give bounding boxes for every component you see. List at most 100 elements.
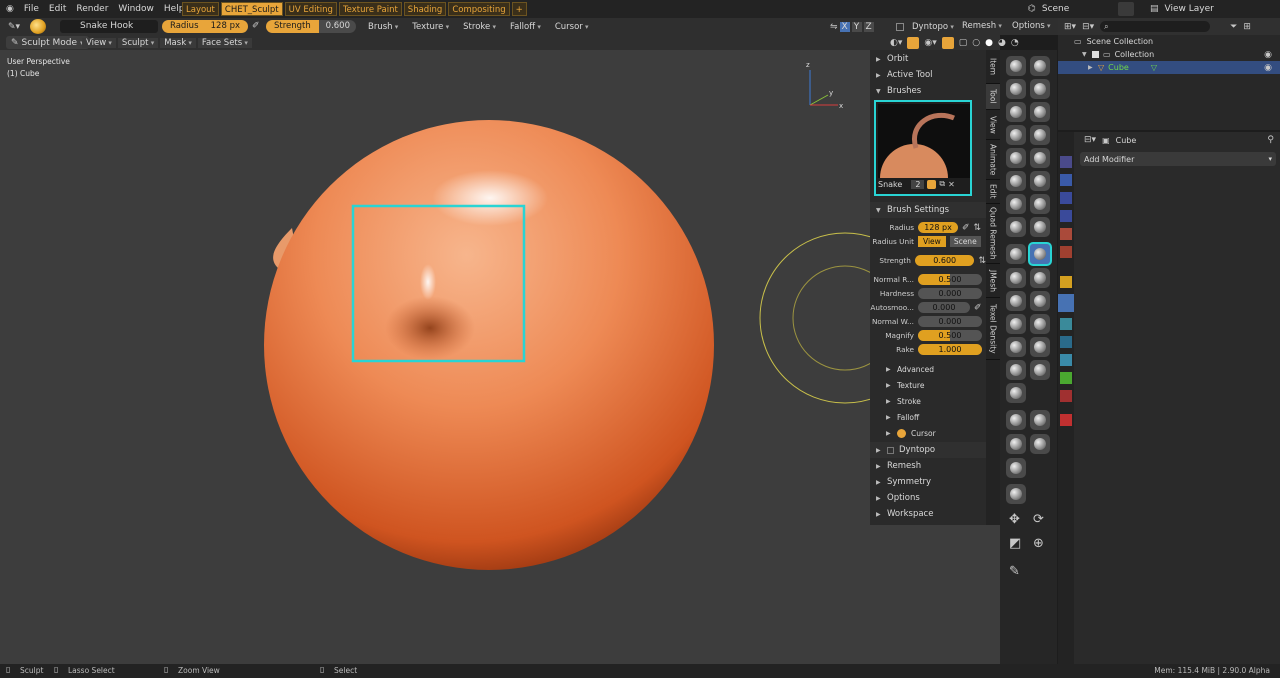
magnify-slider[interactable]: 0.500 — [918, 330, 982, 341]
radius-unit-scene[interactable]: Scene — [949, 236, 981, 247]
tool-props-icon[interactable] — [1060, 156, 1072, 168]
material-props-icon[interactable] — [1060, 390, 1072, 402]
brush-icon[interactable] — [30, 19, 46, 34]
remesh-menu[interactable]: Remesh — [958, 21, 1006, 31]
pose-brush-icon[interactable] — [1006, 268, 1026, 288]
simplify-brush-icon[interactable] — [1006, 337, 1026, 357]
mask-menu[interactable]: Mask — [160, 37, 196, 48]
display-brush-icon[interactable] — [1030, 360, 1050, 380]
mode-selector[interactable]: ✎ Sculpt Mode ▾ — [6, 36, 89, 49]
mesh-filter-icon[interactable] — [1006, 484, 1026, 504]
options-menu[interactable]: Options — [1008, 21, 1055, 31]
brush-preview[interactable]: Snake 2 ⧉ ✕ — [874, 100, 972, 196]
add-modifier-button[interactable]: Add Modifier ▾ — [1080, 152, 1276, 166]
3d-viewport[interactable]: User Perspective (1) Cube z y x — [0, 50, 1000, 664]
blob-brush-icon[interactable] — [1006, 125, 1026, 145]
stroke-subpanel[interactable]: ▶ Stroke — [880, 393, 986, 409]
dyntopo-section-checkbox[interactable] — [887, 446, 894, 454]
radius-field[interactable]: Radius 128 px — [162, 20, 248, 33]
eye-icon[interactable]: ◉ — [1264, 63, 1272, 73]
nav-gizmo[interactable]: z y x — [806, 61, 843, 110]
pen-icon[interactable]: ✐ — [962, 223, 970, 233]
particles-props-icon[interactable] — [1060, 318, 1072, 330]
view-layer-selector[interactable]: ▤ View Layer — [1150, 2, 1214, 16]
physics-props-icon[interactable] — [1060, 336, 1072, 348]
tab-shading[interactable]: Shading — [403, 2, 447, 16]
close-icon[interactable]: ✕ — [948, 180, 955, 189]
tab-jmesh[interactable]: JMesh — [986, 264, 1000, 298]
filter-icon[interactable]: ⏷ — [1230, 22, 1237, 32]
radius-pen-icon[interactable]: ✐ — [252, 21, 260, 31]
menu-file[interactable]: File — [24, 4, 39, 14]
expanded-arrow-icon[interactable]: ▼ — [1082, 51, 1088, 58]
tab-texel-density[interactable]: Texel Density — [986, 298, 1000, 360]
clay-strips-brush-icon[interactable] — [1030, 79, 1050, 99]
object-props-icon[interactable] — [1060, 276, 1072, 288]
brush-name-field[interactable]: Snake Hook — [60, 20, 158, 33]
editor-type-icon[interactable]: ⊞▾ — [1064, 22, 1076, 32]
rotate-brush-icon[interactable] — [1006, 291, 1026, 311]
clay-brush-icon[interactable] — [1006, 79, 1026, 99]
editor-type-icon[interactable]: ⊟▾ — [1084, 135, 1096, 145]
xray-icon[interactable]: ▢ — [959, 38, 968, 48]
slide-relax-brush-icon[interactable] — [1030, 291, 1050, 311]
orbit-section[interactable]: ▶ Orbit — [870, 51, 986, 67]
falloff-menu[interactable]: Falloff — [506, 22, 545, 32]
move-icon[interactable]: ✥ — [1009, 512, 1020, 527]
remesh-section[interactable]: ▶ Remesh — [870, 458, 986, 474]
tab-compositing[interactable]: Compositing — [448, 2, 510, 16]
texture-menu[interactable]: Texture — [408, 22, 453, 32]
line-project-icon[interactable] — [1006, 458, 1026, 478]
texture-subpanel[interactable]: ▶ Texture — [880, 377, 986, 393]
options-section[interactable]: ▶ Options — [870, 490, 986, 506]
dyntopo-section[interactable]: ▶ Dyntopo — [870, 442, 986, 458]
constraints-props-icon[interactable] — [1060, 354, 1072, 366]
overlay-toggle-icon[interactable] — [941, 36, 954, 49]
scene-props-icon[interactable] — [1060, 228, 1072, 240]
axis-y-toggle[interactable]: Y — [851, 21, 862, 32]
world-props-icon[interactable] — [1060, 246, 1072, 258]
draw-brush-icon[interactable] — [1006, 56, 1026, 76]
pressure-icon[interactable]: ⇅ — [978, 256, 986, 266]
pin-icon[interactable]: ⚲ — [1267, 135, 1274, 145]
cursor-subpanel[interactable]: ▶ Cursor — [880, 425, 986, 441]
tool-icon[interactable]: ✎▾ — [8, 22, 20, 32]
normal-radius-slider[interactable]: 0.500 — [918, 274, 982, 285]
smooth-brush-icon[interactable] — [1006, 148, 1026, 168]
menu-window[interactable]: Window — [118, 4, 154, 14]
workspace-section[interactable]: ▶ Workspace — [870, 506, 986, 522]
add-workspace-button[interactable]: + — [511, 2, 527, 16]
outliner-search-input[interactable]: ⌕ — [1100, 21, 1211, 32]
sculpt-menu[interactable]: Sculpt — [117, 37, 159, 48]
annotate-icon[interactable]: ✎ — [1009, 564, 1020, 579]
box-trim-icon[interactable] — [1030, 434, 1050, 454]
crease-brush-icon[interactable] — [1030, 125, 1050, 145]
outliner-collection[interactable]: ▼ ▭ Collection ◉ — [1058, 48, 1280, 61]
render-props-icon[interactable] — [1060, 174, 1072, 186]
scene-selector[interactable]: ⌬ Scene — [1028, 2, 1069, 16]
elastic-deform-brush-icon[interactable] — [1030, 217, 1050, 237]
stroke-menu[interactable]: Stroke — [459, 22, 500, 32]
tab-uv-editing[interactable]: UV Editing — [284, 2, 337, 16]
advanced-subpanel[interactable]: ▶ Advanced — [880, 361, 986, 377]
rotate-icon[interactable]: ⟳ — [1033, 512, 1044, 527]
transform-icon[interactable]: ⊕ — [1033, 536, 1044, 551]
tab-animate[interactable]: Animate — [986, 140, 1000, 180]
dyntopo-checkbox[interactable] — [896, 22, 904, 31]
nudge-brush-icon[interactable] — [1030, 268, 1050, 288]
flatten-brush-icon[interactable] — [1030, 148, 1050, 168]
scene-copy-icon[interactable] — [1118, 2, 1134, 16]
strength-field[interactable]: Strength 0.600 — [266, 20, 356, 33]
snake-hook-brush-icon[interactable] — [1028, 242, 1052, 266]
paint-brush-icon[interactable] — [1006, 383, 1026, 403]
active-tool-section[interactable]: ▶ Active Tool — [870, 67, 986, 83]
draw-sharp-brush-icon[interactable] — [1030, 56, 1050, 76]
display-mode-icon[interactable]: ⊟▾ — [1082, 22, 1094, 32]
tab-chet-sculpt[interactable]: CHET_Sculpt — [220, 2, 283, 16]
brush-preview-name[interactable]: Snake — [878, 180, 902, 189]
checkbox-icon[interactable] — [1092, 51, 1099, 58]
eye-icon[interactable]: ◉ — [1264, 50, 1272, 60]
thumb-brush-icon[interactable] — [1006, 244, 1026, 264]
brushes-section[interactable]: ▼ Brushes — [870, 83, 986, 99]
mesh-data-icon[interactable]: ▽ — [1151, 63, 1157, 72]
